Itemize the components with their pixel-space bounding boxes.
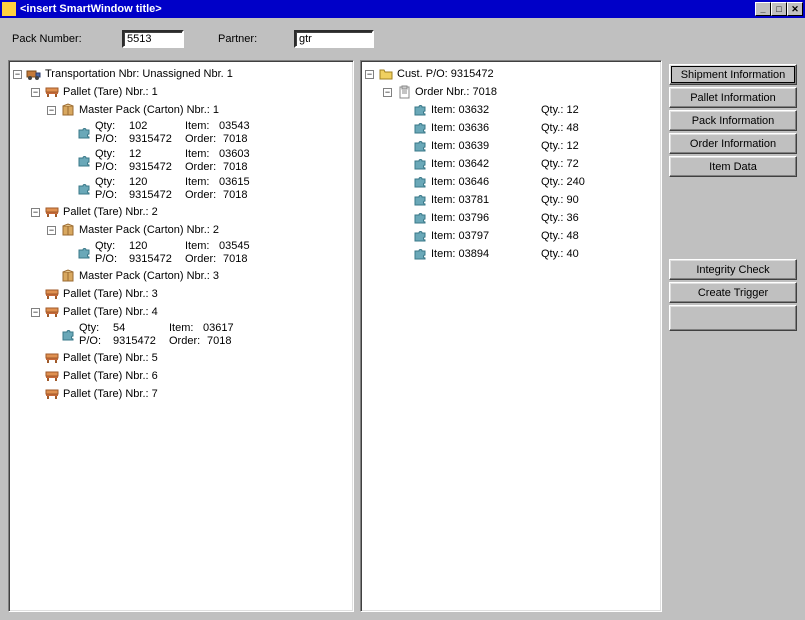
pallet-node[interactable]: −Pallet (Tare) Nbr.: 1 [13,83,349,101]
order-item[interactable]: Item: 03632Qty.: 12 [365,101,657,119]
pallet-node[interactable]: Pallet (Tare) Nbr.: 7 [13,385,349,403]
truck-icon [26,66,42,82]
order-item[interactable]: Item: 03781Qty.: 90 [365,191,657,209]
master-pack-node[interactable]: −Master Pack (Carton) Nbr.: 2 [13,221,349,239]
pallet-node[interactable]: Pallet (Tare) Nbr.: 5 [13,349,349,367]
carton-icon [60,268,76,284]
order-info-button[interactable]: Order Information [669,133,797,154]
pallet-icon [44,286,60,302]
pallet-node[interactable]: −Pallet (Tare) Nbr.: 2 [13,203,349,221]
window-title: <insert SmartWindow title> [20,3,755,15]
order-item[interactable]: Item: 03642Qty.: 72 [365,155,657,173]
pack-line[interactable]: Qty:120Item:03615P/O:9315472Order:7018 [13,175,349,203]
pack-line[interactable]: Qty:54Item:03617P/O:9315472Order:7018 [13,321,349,349]
order-item[interactable]: Item: 03646Qty.: 240 [365,173,657,191]
puzzle-icon [412,246,428,262]
pack-number-input[interactable] [122,30,184,48]
puzzle-icon [412,156,428,172]
puzzle-icon [76,153,92,169]
blank-button[interactable] [669,305,797,331]
pack-line[interactable]: Qty:102Item:03543P/O:9315472Order:7018 [13,119,349,147]
puzzle-icon [412,228,428,244]
puzzle-icon [412,138,428,154]
order-item[interactable]: Item: 03639Qty.: 12 [365,137,657,155]
pallet-icon [44,386,60,402]
puzzle-icon [412,102,428,118]
order-item[interactable]: Item: 03796Qty.: 36 [365,209,657,227]
partner-label: Partner: [218,33,288,45]
pallet-icon [44,84,60,100]
content-area: Pack Number: Partner: −Transportation Nb… [0,18,805,620]
window-buttons: _ □ ✕ [755,2,803,16]
order-tree-panel[interactable]: −Cust. P/O: 9315472−Order Nbr.: 7018Item… [360,60,662,612]
pallet-icon [44,350,60,366]
carton-icon [60,102,76,118]
action-sidebar: Shipment Information Pallet Information … [669,60,797,612]
collapse-icon[interactable]: − [383,88,392,97]
pallet-info-button[interactable]: Pallet Information [669,87,797,108]
folder-icon [378,66,394,82]
puzzle-icon [412,174,428,190]
integrity-check-button[interactable]: Integrity Check [669,259,797,280]
order-item[interactable]: Item: 03894Qty.: 40 [365,245,657,263]
carton-icon [60,222,76,238]
order-item[interactable]: Item: 03636Qty.: 48 [365,119,657,137]
collapse-icon[interactable]: − [31,308,40,317]
puzzle-icon [76,125,92,141]
pallet-node[interactable]: Pallet (Tare) Nbr.: 3 [13,285,349,303]
collapse-icon[interactable]: − [365,70,374,79]
pack-line[interactable]: Qty:120Item:03545P/O:9315472Order:7018 [13,239,349,267]
puzzle-icon [412,192,428,208]
puzzle-icon [60,327,76,343]
titlebar: <insert SmartWindow title> _ □ ✕ [0,0,805,18]
pallet-node[interactable]: −Pallet (Tare) Nbr.: 4 [13,303,349,321]
clipboard-icon [396,84,412,100]
cust-po-node[interactable]: −Cust. P/O: 9315472 [365,65,657,83]
puzzle-icon [76,181,92,197]
collapse-icon[interactable]: − [31,88,40,97]
pack-number-label: Pack Number: [8,33,116,45]
pallet-node[interactable]: Pallet (Tare) Nbr.: 6 [13,367,349,385]
collapse-icon[interactable]: − [47,226,56,235]
puzzle-icon [412,120,428,136]
item-data-button[interactable]: Item Data [669,156,797,177]
pack-line[interactable]: Qty:12Item:03603P/O:9315472Order:7018 [13,147,349,175]
puzzle-icon [412,210,428,226]
app-icon [2,2,16,16]
shipment-info-button[interactable]: Shipment Information [669,64,797,85]
order-node[interactable]: −Order Nbr.: 7018 [365,83,657,101]
order-item[interactable]: Item: 03797Qty.: 48 [365,227,657,245]
collapse-icon[interactable]: − [13,70,22,79]
create-trigger-button[interactable]: Create Trigger [669,282,797,303]
pallet-icon [44,204,60,220]
maximize-button[interactable]: □ [771,2,787,16]
transport-node[interactable]: −Transportation Nbr: Unassigned Nbr. 1 [13,65,349,83]
master-pack-node[interactable]: Master Pack (Carton) Nbr.: 3 [13,267,349,285]
shipment-tree-panel[interactable]: −Transportation Nbr: Unassigned Nbr. 1−P… [8,60,354,612]
header-row: Pack Number: Partner: [8,24,797,54]
pallet-icon [44,368,60,384]
puzzle-icon [76,245,92,261]
close-button[interactable]: ✕ [787,2,803,16]
minimize-button[interactable]: _ [755,2,771,16]
collapse-icon[interactable]: − [31,208,40,217]
partner-input[interactable] [294,30,374,48]
collapse-icon[interactable]: − [47,106,56,115]
master-pack-node[interactable]: −Master Pack (Carton) Nbr.: 1 [13,101,349,119]
pallet-icon [44,304,60,320]
pack-info-button[interactable]: Pack Information [669,110,797,131]
